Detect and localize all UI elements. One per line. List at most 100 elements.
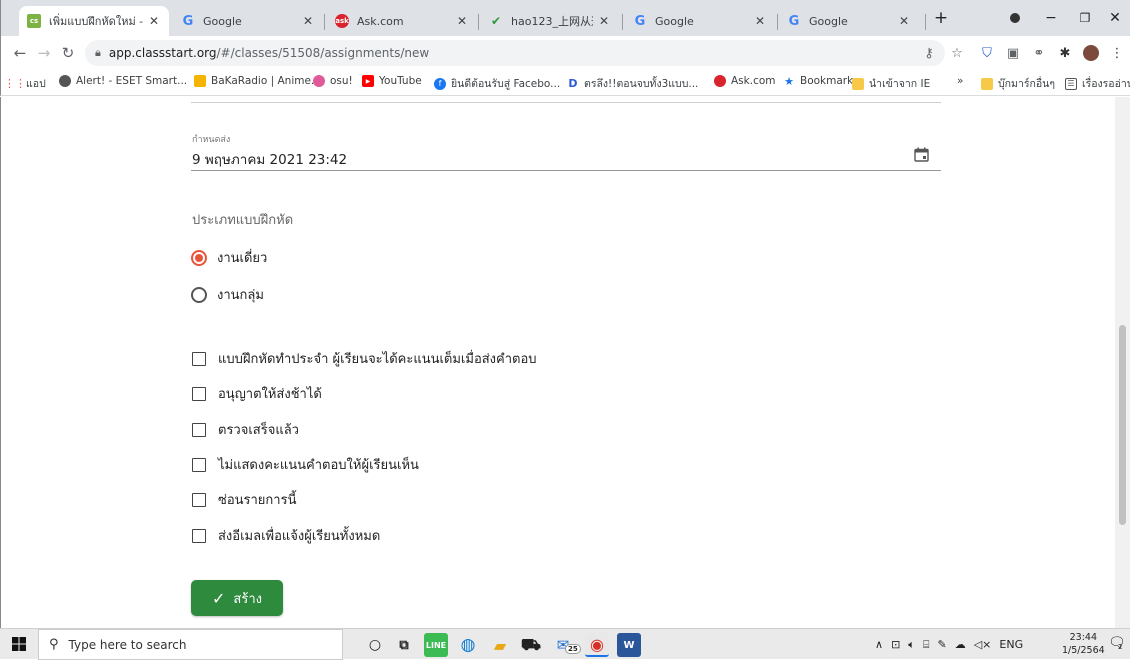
scrollbar-thumb[interactable] [1119, 325, 1126, 525]
google-favicon: G [634, 13, 646, 29]
close-icon[interactable]: ✕ [753, 14, 767, 28]
close-icon[interactable]: ✕ [301, 14, 315, 28]
create-button[interactable]: ✓ สร้าง [191, 580, 283, 616]
bookmark-apps[interactable]: ⋮⋮ แอป [4, 75, 46, 92]
tab-classstart[interactable]: cs เพิ่มแบบฝึกหัดใหม่ - Class ✕ [19, 6, 169, 36]
bookmark-label: osu! [330, 75, 353, 87]
d-icon: D [568, 77, 578, 90]
reload-button[interactable]: ↻ [59, 44, 77, 62]
line-app-icon[interactable]: LINE [424, 633, 448, 657]
word-icon[interactable]: W [617, 633, 641, 657]
bookmark-label: ยินดีต้อนรับสู่ Facebo... [451, 78, 561, 90]
deadline-input[interactable]: 9 พฤษภาคม 2021 23:42 [192, 148, 347, 170]
bookmark-ask[interactable]: Ask.com [714, 75, 776, 87]
checkbox-routine-full-score[interactable]: แบบฝึกหัดทำประจำ ผู้เรียนจะได้คะแนนเต็มเ… [192, 348, 537, 369]
chrome-taskbar-icon[interactable]: ◉ [585, 633, 609, 657]
taskbar-search-box[interactable]: ⚲ Type here to search [38, 629, 343, 660]
bookmark-import-ie[interactable]: นำเข้าจาก IE [852, 75, 930, 92]
forward-button[interactable]: → [35, 44, 53, 62]
tab-google-3[interactable]: G Google ✕ [779, 6, 919, 36]
checkbox-hide-item[interactable]: ซ่อนรายการนี้ [192, 489, 296, 510]
clock[interactable]: 23:44 1/5/2564 [1062, 631, 1105, 657]
chevron-up-icon[interactable]: ∧ [875, 638, 883, 651]
windows-taskbar: ⚲ Type here to search ○ ⧉ LINE ◍ ▰ ⛟ ✉ 25… [0, 628, 1130, 660]
extension-icon[interactable]: ▣ [1005, 45, 1021, 61]
avatar[interactable] [1083, 45, 1099, 61]
tab-label: hao123_上网从这里开 [511, 15, 593, 28]
bookmarks-bar: ⋮⋮ แอป Alert! - ESET Smart... BaKaRadio … [0, 70, 1130, 96]
checkbox-icon [192, 457, 206, 472]
close-icon[interactable]: ✕ [897, 14, 911, 28]
onedrive-cloud-icon[interactable]: ☁ [955, 638, 966, 651]
tab-label: Google [203, 14, 242, 28]
language-indicator[interactable]: ENG [999, 638, 1023, 651]
reading-list-button[interactable]: ☰ เรื่องรออ่าน [1065, 75, 1130, 92]
tab-google-1[interactable]: G Google ✕ [173, 6, 323, 36]
shield-extension-icon[interactable]: ⛉ [979, 45, 995, 61]
bookmark-bakaradio[interactable]: BaKaRadio | Anime... [194, 75, 321, 87]
task-view-icon[interactable]: ⧉ [392, 633, 416, 657]
profile-dot-icon[interactable] [995, 0, 1035, 36]
page-content: กำหนดส่ง 9 พฤษภาคม 2021 23:42 ประเภทแบบฝ… [0, 97, 1130, 628]
bookmark-eset[interactable]: Alert! - ESET Smart... [59, 75, 187, 87]
checkbox-hide-score[interactable]: ไม่แสดงคะแนนคำตอบให้ผู้เรียนเห็น [192, 454, 419, 475]
checkbox-icon [192, 492, 206, 507]
close-icon[interactable]: ✕ [455, 14, 469, 28]
menu-kebab-icon[interactable]: ⋮ [1109, 45, 1125, 61]
meet-now-icon[interactable]: ⊡ [891, 638, 900, 651]
tab-google-2[interactable]: G Google ✕ [625, 6, 775, 36]
bookmark-label: YouTube [379, 75, 422, 87]
pen-icon[interactable]: ✎ [938, 638, 947, 651]
bookmark-label: Bookmarks [800, 75, 859, 87]
password-key-icon[interactable]: ⚷ [921, 45, 937, 61]
youtube-icon: ▶ [362, 75, 374, 87]
cortana-icon[interactable]: ○ [363, 633, 387, 657]
windows-start-icon[interactable] [12, 637, 26, 651]
checkbox-email-students[interactable]: ส่งอีเมลเพื่อแจ้งผู้เรียนทั้งหมด [192, 525, 380, 546]
bookmarks-overflow-button[interactable]: » [957, 75, 963, 87]
check-icon: ✓ [212, 588, 226, 608]
hao123-favicon: ✔ [490, 14, 502, 28]
url-host: app.classstart.org [108, 46, 217, 60]
create-button-label: สร้าง [233, 591, 262, 607]
bookmark-other[interactable]: บุ๊กมาร์กอื่นๆ [981, 75, 1055, 92]
tab-hao123[interactable]: ✔ hao123_上网从这里开 ✕ [481, 6, 619, 36]
clock-date: 1/5/2564 [1062, 645, 1105, 656]
back-button[interactable]: ← [11, 44, 29, 62]
close-icon[interactable]: ✕ [147, 14, 161, 28]
address-bar[interactable]: 🔒︎ app.classstart.org/#/classes/51508/as… [85, 40, 945, 66]
checkbox-label: ซ่อนรายการนี้ [218, 493, 297, 508]
bookmark-d[interactable]: D ตรลึง!!ตอนจบทั้ง3แบบ... [567, 75, 698, 92]
network-icon[interactable]: ⌸ [923, 638, 930, 652]
volume-icon[interactable]: 🔈︎ [908, 638, 915, 652]
bookmark-star-icon[interactable]: ☆ [949, 45, 965, 61]
speaker-mute-icon[interactable]: ◁× [974, 638, 992, 651]
store-icon[interactable]: ⛟ [519, 633, 543, 657]
notification-center-icon[interactable]: 🗨︎ 2 [1108, 635, 1126, 651]
lock-icon: 🔒︎ [95, 46, 101, 59]
tab-label: Google [809, 14, 848, 28]
checkbox-allow-late[interactable]: อนุญาตให้ส่งช้าได้ [192, 383, 322, 404]
edge-icon[interactable]: ◍ [456, 633, 480, 657]
radio-individual[interactable]: งานเดี่ยว [191, 247, 267, 268]
close-icon[interactable]: ✕ [597, 14, 611, 28]
radio-group[interactable]: งานกลุ่ม [191, 284, 264, 305]
new-tab-button[interactable]: + [926, 0, 956, 36]
bookmark-youtube[interactable]: ▶ YouTube [362, 75, 422, 87]
close-window-button[interactable]: ✕ [1099, 0, 1130, 36]
deadline-underline [191, 170, 941, 171]
scrollbar[interactable] [1115, 97, 1130, 628]
bakaradio-icon [194, 75, 206, 87]
bookmark-osu[interactable]: osu! [313, 75, 353, 87]
mail-icon[interactable]: ✉ 25 [551, 633, 581, 657]
puzzle-icon[interactable]: ✱ [1057, 45, 1073, 61]
checkbox-icon [192, 422, 206, 437]
link-extension-icon[interactable]: ⚭ [1031, 45, 1047, 61]
radio-selected-icon [191, 249, 207, 266]
file-explorer-icon[interactable]: ▰ [488, 633, 512, 657]
bookmark-facebook[interactable]: f ยินดีต้อนรับสู่ Facebo... [434, 75, 560, 92]
checkbox-graded[interactable]: ตรวจเสร็จแล้ว [192, 419, 299, 440]
calendar-icon[interactable] [914, 147, 929, 162]
bookmark-bookmarks[interactable]: ★ Bookmarks [783, 75, 859, 88]
tab-ask[interactable]: ask Ask.com ✕ [327, 6, 477, 36]
